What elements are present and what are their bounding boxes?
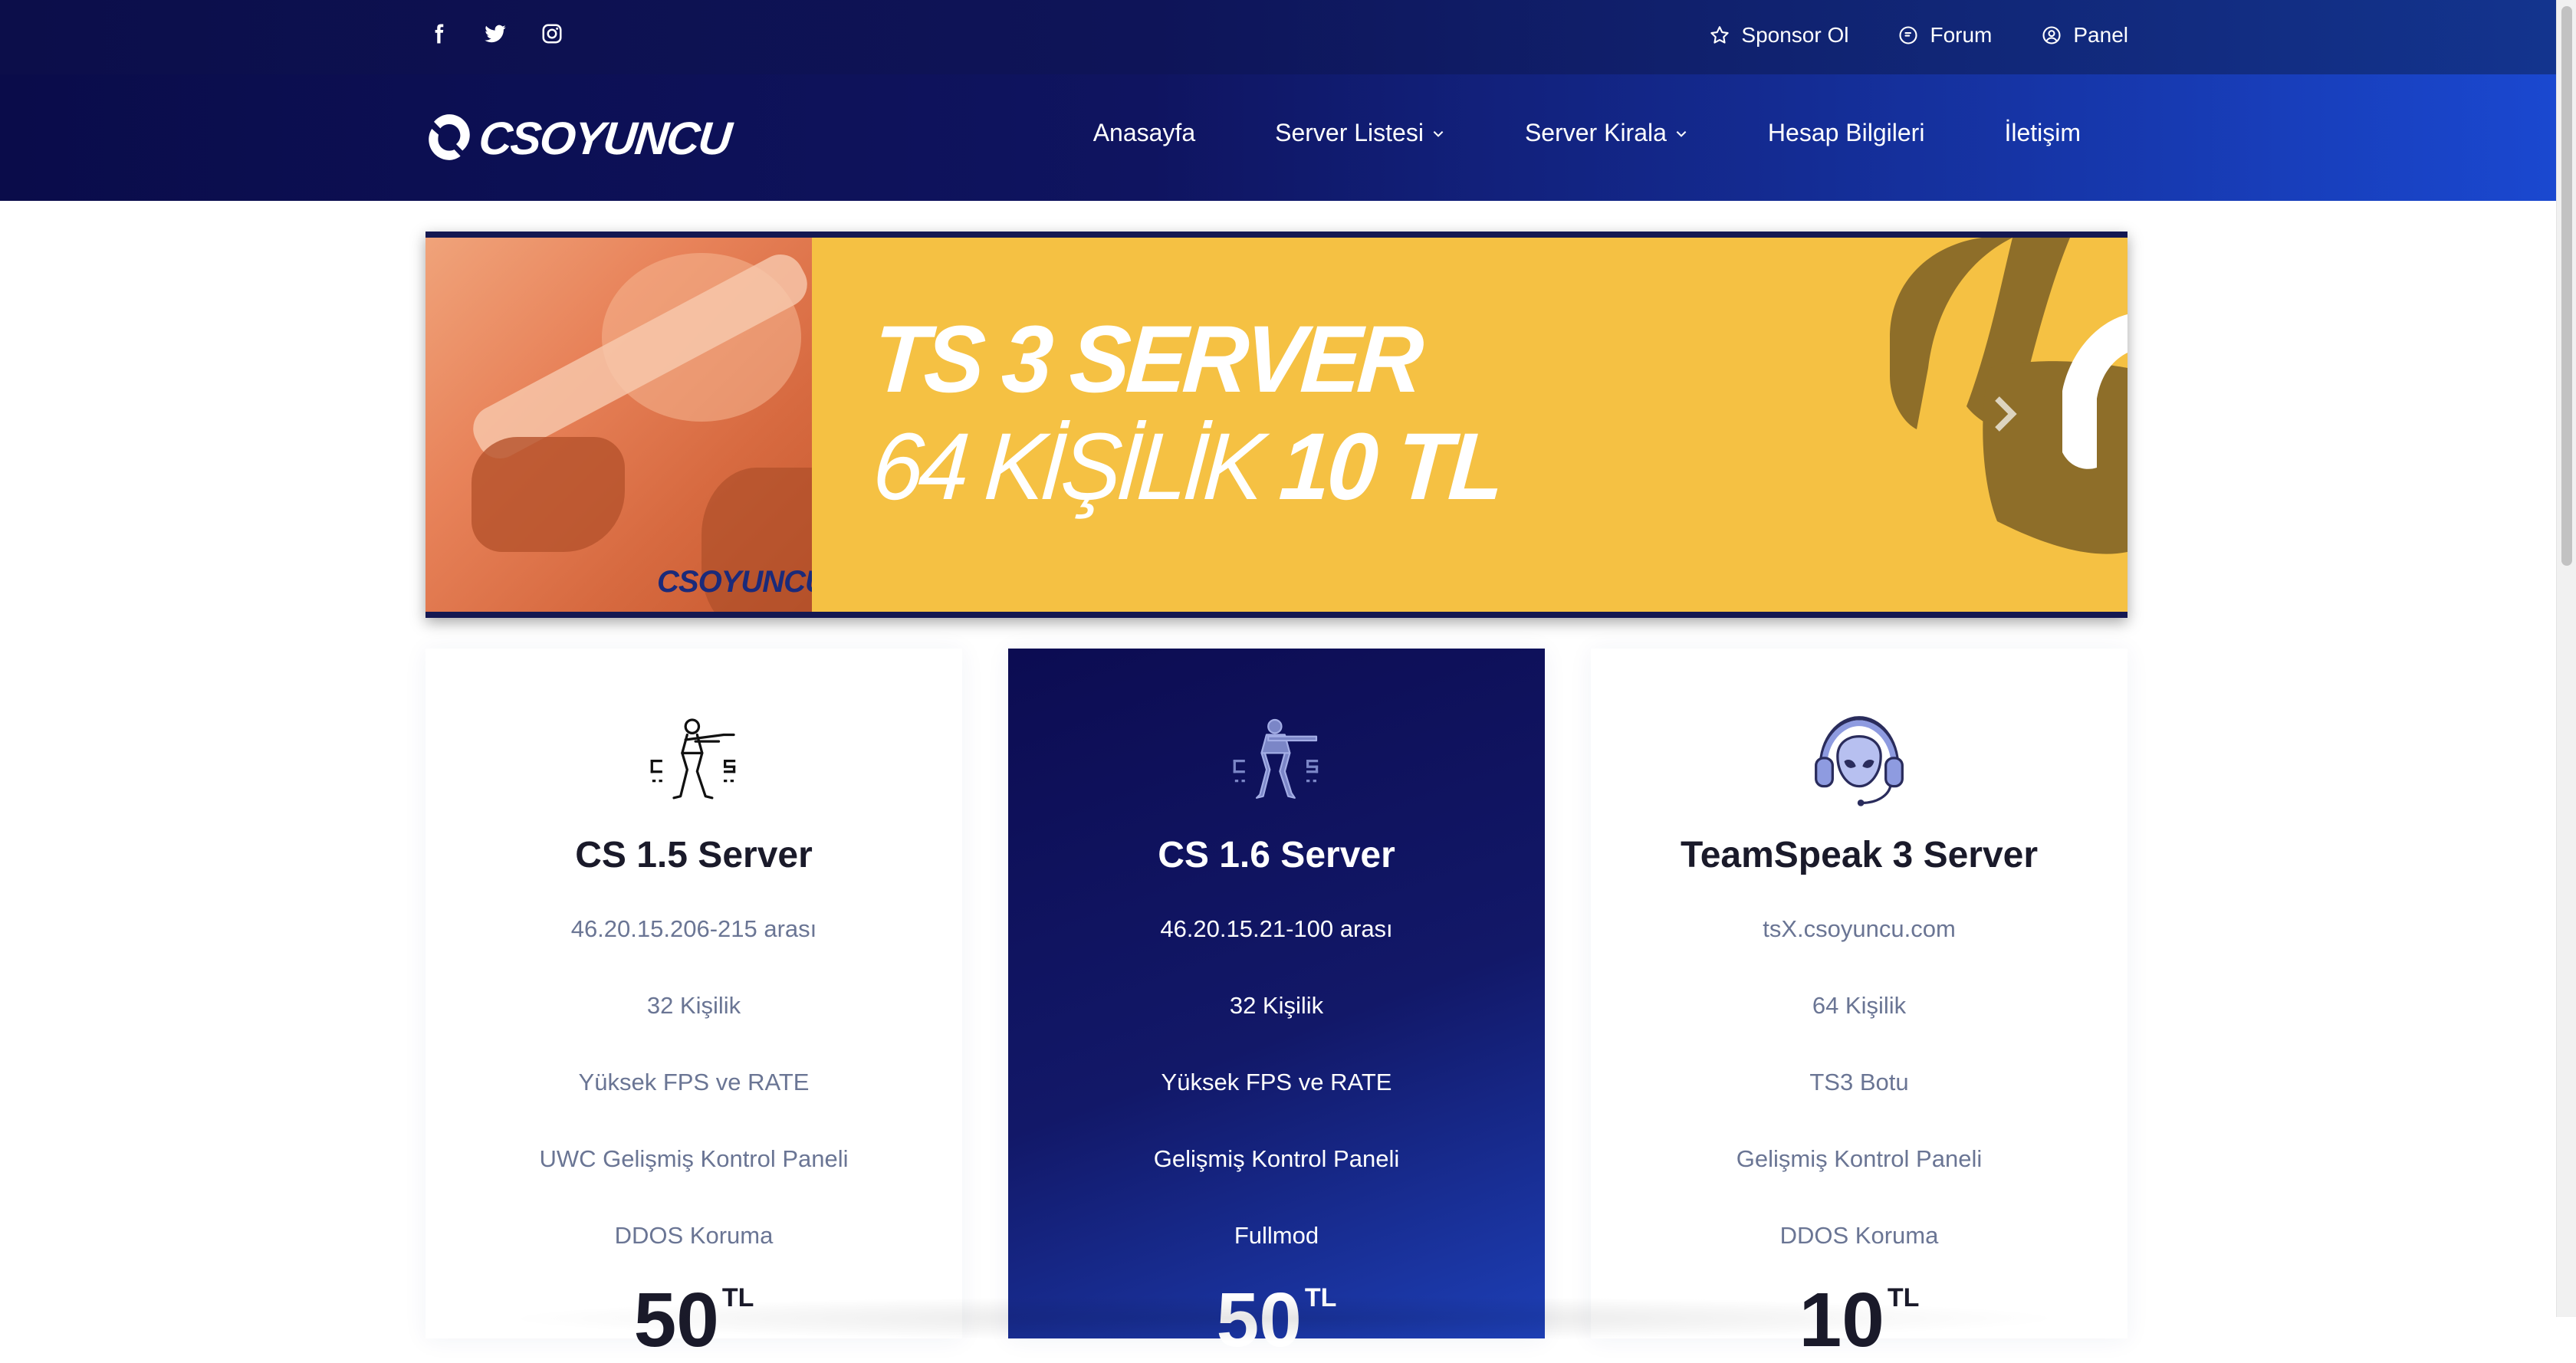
- social-links: [426, 20, 565, 48]
- panel-icon: [2042, 26, 2061, 44]
- forum-link[interactable]: Forum: [1898, 23, 1992, 48]
- logo-text: CSOYUNCU: [476, 112, 733, 164]
- card-title: TeamSpeak 3 Server: [1680, 835, 2039, 875]
- card-feature: Yüksek FPS ve RATE: [1161, 1069, 1392, 1095]
- banner-title: TS 3 SERVER: [869, 306, 1424, 413]
- main-navbar: CSOYUNCU Anasayfa Server Listesi Server …: [0, 74, 2556, 201]
- site-logo[interactable]: CSOYUNCU: [426, 111, 733, 165]
- teamspeak-headset-icon: [1815, 716, 1904, 806]
- forum-label: Forum: [1930, 23, 1993, 47]
- card-feature: 46.20.15.206-215 arası: [570, 915, 817, 942]
- cs-soldier-icon: [650, 718, 736, 800]
- banner-watermark: CSOYUNCU: [657, 565, 812, 599]
- nav-home-label: Anasayfa: [1092, 119, 1196, 146]
- card-feature: tsX.csoyuncu.com: [1763, 915, 1956, 942]
- card-price-currency: TL: [721, 1283, 754, 1312]
- twitter-icon[interactable]: [482, 20, 508, 48]
- slider-next-icon[interactable]: [1990, 391, 2020, 437]
- pricing-cards: CS 1.5 Server 46.20.15.206-215 arası 32 …: [426, 649, 2128, 1358]
- card-feature: 46.20.15.21-100 arası: [1160, 915, 1393, 942]
- banner-subtitle-prefix: 64 KİŞİLİK: [869, 413, 1263, 521]
- nav-account[interactable]: Hesap Bilgileri: [1768, 119, 1925, 147]
- nav-contact[interactable]: İletişim: [2004, 119, 2081, 147]
- forum-icon: [1899, 26, 1918, 44]
- card-feature: TS3 Botu: [1809, 1069, 1909, 1095]
- nav-server-rent-label: Server Kirala: [1524, 119, 1667, 146]
- banner-subtitle-price: 10 TL: [1276, 413, 1505, 521]
- card-title: CS 1.5 Server: [575, 835, 813, 875]
- star-icon: [1710, 26, 1730, 44]
- promo-banner[interactable]: CSOYUNCU TS 3 SERVER 64 KİŞİLİK 10 TL: [426, 232, 2128, 618]
- scrollbar-thumb[interactable]: [2561, 6, 2572, 566]
- nav-account-label: Hesap Bilgileri: [1767, 119, 1925, 146]
- primary-nav: Anasayfa Server Listesi Server Kirala He…: [1093, 119, 2081, 147]
- pricing-card-cs15[interactable]: CS 1.5 Server 46.20.15.206-215 arası 32 …: [426, 649, 962, 1358]
- pricing-card-teamspeak[interactable]: TeamSpeak 3 Server tsX.csoyuncu.com 64 K…: [1591, 649, 2128, 1358]
- nav-server-list-label: Server Listesi: [1275, 119, 1424, 146]
- card-feature: Fullmod: [1234, 1222, 1319, 1249]
- card-feature: 32 Kişilik: [646, 992, 741, 1019]
- card-price-value: 10: [1799, 1277, 1884, 1363]
- banner-photo: CSOYUNCU: [426, 238, 812, 612]
- nav-server-rent[interactable]: Server Kirala: [1525, 119, 1688, 147]
- nav-contact-label: İletişim: [2004, 119, 2081, 146]
- top-bar: Sponsor Ol Forum Panel: [0, 0, 2556, 74]
- nav-home[interactable]: Anasayfa: [1093, 119, 1195, 147]
- card-price-currency: TL: [1304, 1283, 1337, 1312]
- card-price-currency: TL: [1887, 1283, 1920, 1312]
- card-feature: 32 Kişilik: [1229, 992, 1324, 1019]
- chevron-down-icon: [1676, 130, 1687, 137]
- card-feature: Yüksek FPS ve RATE: [578, 1069, 810, 1095]
- card-feature: Gelişmiş Kontrol Paneli: [1736, 1145, 1983, 1172]
- cs-soldier-icon: [1233, 718, 1319, 799]
- panel-label: Panel: [2073, 23, 2128, 47]
- card-title: CS 1.6 Server: [1158, 835, 1395, 875]
- card-price-value: 50: [633, 1277, 719, 1363]
- panel-link[interactable]: Panel: [2041, 23, 2128, 48]
- card-feature: DDOS Koruma: [614, 1222, 774, 1249]
- card-price: 50 TL: [426, 1282, 962, 1358]
- card-feature: UWC Gelişmiş Kontrol Paneli: [539, 1145, 849, 1172]
- top-links: Sponsor Ol Forum Panel: [1709, 23, 2128, 48]
- pricing-card-cs16[interactable]: CS 1.6 Server 46.20.15.21-100 arası 32 K…: [1008, 649, 1545, 1358]
- card-price-value: 50: [1216, 1277, 1302, 1363]
- page-scrollbar[interactable]: [2556, 0, 2576, 1317]
- card-price: 10 TL: [1591, 1282, 2128, 1358]
- card-feature: DDOS Koruma: [1779, 1222, 1939, 1249]
- sponsor-link[interactable]: Sponsor Ol: [1709, 23, 1848, 48]
- card-price: 50 TL: [1008, 1282, 1545, 1358]
- facebook-icon[interactable]: [426, 20, 452, 48]
- card-feature: Gelişmiş Kontrol Paneli: [1153, 1145, 1400, 1172]
- instagram-icon[interactable]: [539, 20, 565, 48]
- chevron-down-icon: [1433, 130, 1444, 137]
- card-feature: 64 Kişilik: [1812, 992, 1907, 1019]
- banner-subtitle: 64 KİŞİLİK 10 TL: [869, 414, 1505, 521]
- sponsor-label: Sponsor Ol: [1741, 23, 1849, 47]
- logo-icon: [429, 114, 470, 160]
- nav-server-list[interactable]: Server Listesi: [1275, 119, 1445, 147]
